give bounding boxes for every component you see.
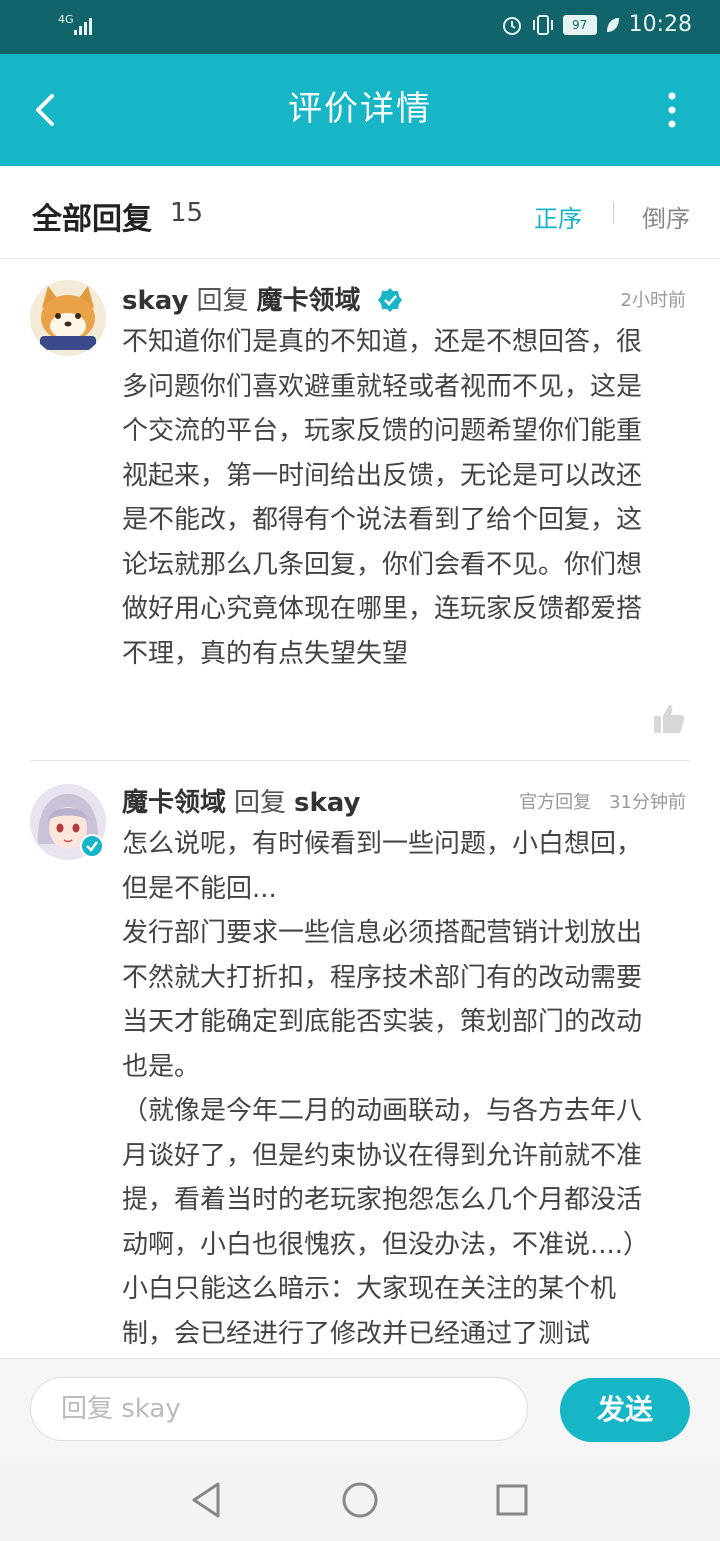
- official-reply-badge: 官方回复: [519, 792, 592, 813]
- status-bar: 4G 97 10:28: [0, 0, 720, 54]
- sort-descending-tab[interactable]: 倒序: [642, 199, 690, 234]
- comment-meta: skay 回复 魔卡领域 2小时前: [122, 280, 686, 320]
- page-title: 评价详情: [288, 89, 432, 129]
- reply-input[interactable]: [30, 1377, 528, 1441]
- vibrate-icon: [532, 14, 553, 35]
- official-verified-icon: [80, 834, 104, 858]
- comment-divider: [30, 760, 690, 761]
- reply-word: 回复: [234, 788, 287, 818]
- comment-body: skay 回复 魔卡领域 2小时前 不知道你们是真的不知道，还是不想回答，很 多问题…: [122, 280, 686, 676]
- comment-time: 2小时前: [620, 290, 686, 311]
- comment-body: 魔卡领域 回复 skay 官方回复 31分钟前 怎么说呢，有时候看到一些问题，小白想回…: [122, 782, 686, 1356]
- alarm-icon: [502, 16, 521, 35]
- battery-level: 97: [562, 14, 597, 35]
- signal-bars-icon: [74, 18, 92, 35]
- comment-text: 怎么说呢，有时候看到一些问题，小白想回， 但是不能回... 发行部门要求一些信息…: [122, 829, 650, 1349]
- all-replies-label: 全部回复: [32, 202, 152, 237]
- shiba-avatar-icon: [30, 280, 106, 356]
- comment-text: 不知道你们是真的不知道，还是不想回答，很 多问题你们喜欢避重就轻或者视而不见，这…: [122, 327, 643, 669]
- sort-ascending-tab[interactable]: 正序: [534, 199, 582, 234]
- reply-word: 回复: [196, 286, 249, 316]
- nav-home-icon[interactable]: [340, 1480, 380, 1520]
- more-options-icon[interactable]: [662, 90, 682, 130]
- reply-count: 15: [170, 198, 204, 228]
- nav-back-icon[interactable]: [188, 1480, 224, 1520]
- reply-target[interactable]: skay: [294, 788, 360, 818]
- comment-time-group: 官方回复 31分钟前: [519, 788, 686, 814]
- comment-author[interactable]: 魔卡领域: [122, 788, 226, 818]
- system-navigation-bar: [0, 1458, 720, 1541]
- reply-bar: 发送: [0, 1358, 720, 1459]
- nav-recents-icon[interactable]: [494, 1480, 530, 1520]
- send-button[interactable]: 发送: [560, 1378, 690, 1442]
- sort-divider: [613, 202, 614, 224]
- avatar[interactable]: [30, 280, 106, 356]
- comment-time: 31分钟前: [609, 792, 686, 813]
- replies-header: 全部回复 15 正序 倒序: [0, 166, 720, 259]
- verified-badge-icon: [377, 288, 402, 312]
- reply-target[interactable]: 魔卡领域: [256, 286, 360, 316]
- thumbs-up-icon[interactable]: [652, 702, 686, 736]
- signal-indicator: 4G: [58, 14, 92, 35]
- clock-time: 10:28: [628, 12, 692, 37]
- comment-meta: 魔卡领域 回复 skay 官方回复 31分钟前: [122, 782, 686, 822]
- app-header: 评价详情: [0, 54, 720, 166]
- leaf-icon: [606, 17, 619, 32]
- comment-author[interactable]: skay: [122, 286, 188, 316]
